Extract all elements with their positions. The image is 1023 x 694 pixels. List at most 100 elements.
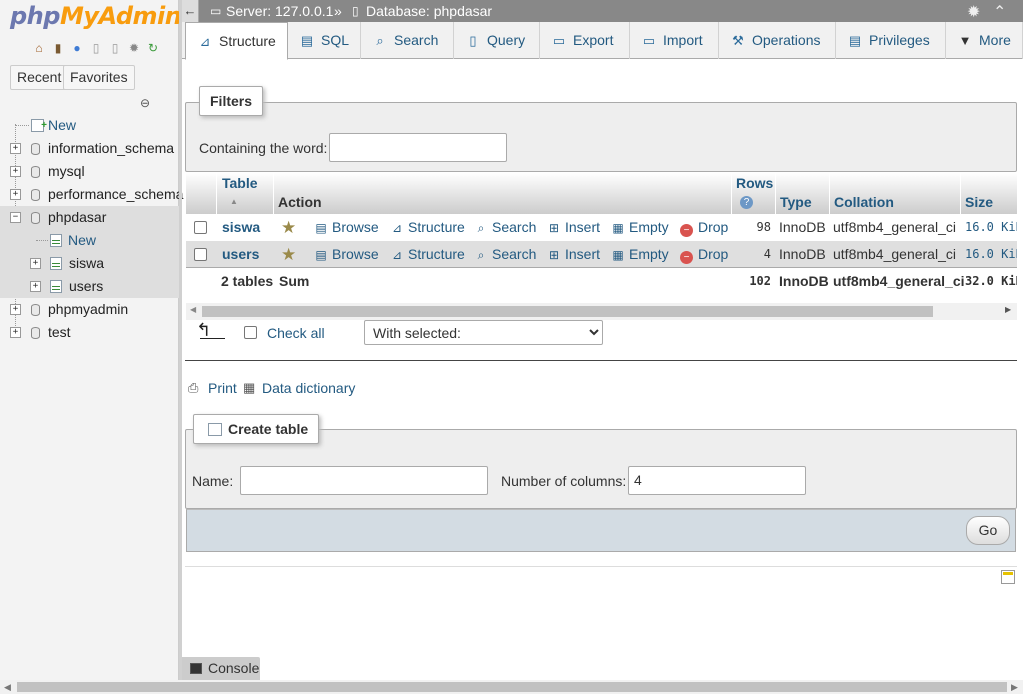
tree-item-test[interactable]: + test [0, 321, 179, 344]
console-toggle[interactable]: Console [182, 657, 260, 680]
structure-action[interactable]: ⊿ Structure [389, 214, 465, 241]
collapse-nav-button[interactable]: ← [182, 0, 199, 22]
empty-action[interactable]: ▦ Empty [610, 214, 668, 241]
page-horizontal-scrollbar[interactable]: ◀ ▶ [0, 680, 1023, 694]
tree-item-performance-schema[interactable]: + performance_schema [0, 183, 183, 206]
row-checkbox[interactable] [194, 221, 207, 234]
scroll-right-icon[interactable]: ▶ [1005, 305, 1011, 314]
table-horizontal-scrollbar[interactable]: ◀ ▶ [186, 303, 1017, 320]
tree-item-new[interactable]: New [0, 114, 179, 137]
table-name-input[interactable] [240, 466, 488, 495]
link-icon[interactable]: ⊖ [140, 96, 150, 110]
structure-action[interactable]: ⊿ Structure [389, 241, 465, 268]
header-size[interactable]: Size [965, 194, 993, 210]
tree-item-siswa[interactable]: + siswa [0, 252, 179, 275]
go-button[interactable]: Go [966, 516, 1010, 545]
insert-action[interactable]: ⊞ Insert [546, 241, 600, 268]
expand-icon[interactable]: + [30, 281, 41, 292]
favorite-star-icon[interactable]: ★ [281, 241, 296, 268]
drop-action[interactable]: − Drop [680, 241, 728, 268]
engine-type: InnoDB [779, 219, 826, 235]
tab-sql[interactable]: ▤ SQL [288, 22, 361, 59]
tree-item-mysql[interactable]: + mysql [0, 160, 179, 183]
gear-icon[interactable]: ✹ [967, 2, 980, 22]
help-icon[interactable]: ? [740, 196, 753, 209]
tab-operations[interactable]: ⚒ Operations [719, 22, 836, 59]
reload-icon[interactable]: ↻ [145, 40, 161, 56]
expand-icon[interactable]: + [10, 143, 21, 154]
table-name-link[interactable]: users [222, 241, 259, 268]
action-label: Browse [332, 219, 379, 235]
data-dictionary-link[interactable]: Data dictionary [262, 380, 355, 396]
summary-count: 2 tables [221, 273, 274, 289]
docs-alt-icon[interactable]: ▯ [107, 40, 123, 56]
tree-item-phpdasar[interactable]: − phpdasar [0, 206, 179, 229]
empty-action[interactable]: ▦ Empty [610, 241, 668, 268]
insert-action[interactable]: ⊞ Insert [546, 214, 600, 241]
scroll-thumb[interactable] [17, 682, 1007, 692]
recent-button[interactable]: Recent [10, 65, 69, 90]
browse-action[interactable]: ▤ Browse [313, 241, 379, 268]
tab-search[interactable]: ⌕ Search [361, 22, 454, 59]
favorite-star-icon[interactable]: ★ [281, 214, 296, 241]
header-rows[interactable]: Rows [736, 175, 773, 191]
header-type[interactable]: Type [780, 194, 812, 210]
tree-item-information-schema[interactable]: + information_schema [0, 137, 179, 160]
row-checkbox[interactable] [194, 248, 207, 261]
help-icon[interactable]: ● [69, 40, 85, 56]
with-selected-select[interactable]: With selected: [364, 320, 603, 345]
favorites-button[interactable]: Favorites [63, 65, 135, 90]
console-label: Console [208, 660, 260, 676]
search-action[interactable]: ⌕ Search [473, 241, 537, 268]
table-name-link[interactable]: siswa [222, 214, 260, 241]
expand-icon[interactable]: + [10, 327, 21, 338]
expand-icon[interactable]: + [10, 304, 21, 315]
tab-export[interactable]: ▭ Export [540, 22, 630, 59]
header-table[interactable]: Table [222, 175, 258, 191]
tab-query[interactable]: ▯ Query [454, 22, 540, 59]
check-all-label[interactable]: Check all [267, 325, 325, 341]
exit-icon[interactable]: ▮ [50, 40, 66, 56]
nav-resizer[interactable] [179, 0, 182, 680]
tab-privileges[interactable]: ▤ Privileges [836, 22, 946, 59]
expand-icon[interactable]: + [10, 189, 21, 200]
settings-icon[interactable]: ✹ [126, 40, 142, 56]
tree-item-label: phpmyadmin [48, 301, 129, 317]
expand-icon[interactable]: + [10, 166, 21, 177]
tab-import[interactable]: ▭ Import [630, 22, 719, 59]
action-label: Browse [332, 246, 379, 262]
columns-input[interactable]: 4 [628, 466, 806, 495]
scroll-left-icon[interactable]: ◀ [190, 305, 196, 314]
tree-item-users[interactable]: + users [0, 275, 179, 298]
scroll-thumb[interactable] [202, 306, 933, 317]
docs-icon[interactable]: ▯ [88, 40, 104, 56]
header-collation[interactable]: Collation [834, 194, 894, 210]
scroll-right-icon[interactable]: ▶ [1011, 680, 1018, 694]
tab-structure[interactable]: ⊿ Structure [185, 22, 288, 60]
tab-more[interactable]: ▼ More [946, 22, 1023, 59]
search-action[interactable]: ⌕ Search [473, 214, 537, 241]
wrench-icon: ⚒ [732, 33, 744, 48]
collapse-icon[interactable]: ⌃ [993, 2, 1006, 22]
filter-input[interactable] [329, 133, 507, 162]
breadcrumb-server[interactable]: Server: 127.0.0.1 [226, 0, 333, 22]
drop-action[interactable]: − Drop [680, 214, 728, 241]
page-settings-icon[interactable] [1001, 570, 1015, 584]
tab-label: Privileges [869, 32, 930, 48]
check-all-checkbox[interactable] [244, 326, 257, 339]
privileges-icon: ▤ [848, 33, 862, 48]
tree-item-phpmyadmin[interactable]: + phpmyadmin [0, 298, 179, 321]
browse-action[interactable]: ▤ Browse [313, 214, 379, 241]
print-link[interactable]: Print [208, 380, 237, 396]
home-icon[interactable]: ⌂ [31, 40, 47, 56]
structure-icon: ⊿ [199, 34, 211, 49]
size-link[interactable]: 16.0 KiB [965, 214, 1017, 241]
scroll-left-icon[interactable]: ◀ [4, 680, 11, 694]
tree-item-label: test [48, 324, 71, 340]
collapse-icon[interactable]: − [10, 212, 21, 223]
expand-icon[interactable]: + [30, 258, 41, 269]
size-link[interactable]: 16.0 KiB [965, 241, 1017, 268]
phpmyadmin-logo[interactable]: phpMyAdmin [10, 2, 182, 30]
breadcrumb-database[interactable]: Database: phpdasar [366, 0, 492, 22]
tree-item-new-table[interactable]: New [0, 229, 179, 252]
